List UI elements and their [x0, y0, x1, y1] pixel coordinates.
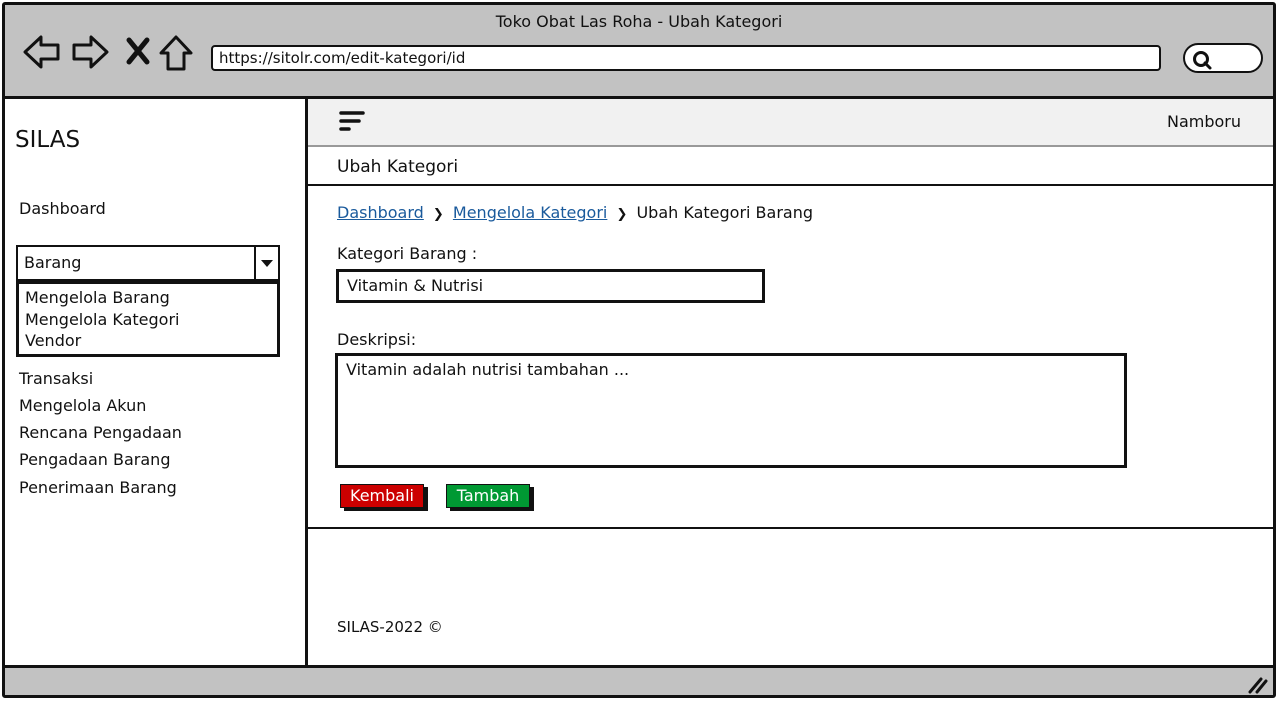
breadcrumb-current: Ubah Kategori Barang [636, 203, 814, 222]
resize-grip-icon[interactable] [1247, 676, 1269, 695]
address-bar[interactable]: https://sitolr.com/edit-kategori/id [211, 45, 1161, 71]
browser-chrome: Toko Obat Las Roha - Ubah Kategori https… [5, 5, 1273, 99]
sidebar: SILAS Dashboard Barang Mengelola Barang … [5, 99, 308, 665]
breadcrumb-link-mengelola-kategori[interactable]: Mengelola Kategori [453, 203, 607, 222]
select-dropdown-list: Mengelola Barang Mengelola Kategori Vend… [16, 281, 280, 357]
page-title: Ubah Kategori [337, 157, 459, 177]
deskripsi-textarea[interactable]: Vitamin adalah nutrisi tambahan ... [335, 353, 1127, 468]
breadcrumb-link-dashboard[interactable]: Dashboard [337, 203, 424, 222]
dropdown-option-mengelola-kategori[interactable]: Mengelola Kategori [25, 309, 277, 331]
back-button[interactable]: Kembali [340, 484, 424, 508]
brand-logo-text: SILAS [15, 127, 81, 153]
sidebar-item-penerimaan-barang[interactable]: Penerimaan Barang [19, 478, 177, 497]
breadcrumb: Dashboard ❯ Mengelola Kategori ❯ Ubah Ka… [337, 203, 813, 222]
hamburger-icon[interactable] [338, 109, 366, 139]
chevron-right-icon: ❯ [432, 207, 444, 222]
window-title: Toko Obat Las Roha - Ubah Kategori [495, 12, 783, 31]
arrow-right-icon[interactable] [71, 34, 109, 74]
browser-window: Toko Obat Las Roha - Ubah Kategori https… [2, 2, 1276, 698]
arrow-left-icon[interactable] [23, 34, 61, 74]
sidebar-item-mengelola-akun[interactable]: Mengelola Akun [19, 396, 146, 415]
divider [308, 184, 1273, 186]
browser-search-button[interactable] [1183, 43, 1263, 73]
kategori-label: Kategori Barang : [337, 244, 478, 263]
dropdown-option-mengelola-barang[interactable]: Mengelola Barang [25, 287, 277, 309]
search-icon [1193, 51, 1212, 70]
top-navbar: Namboru [308, 99, 1273, 147]
submit-button[interactable]: Tambah [446, 484, 530, 508]
kategori-input[interactable]: Vitamin & Nutrisi [336, 269, 765, 303]
sidebar-item-dashboard[interactable]: Dashboard [19, 199, 106, 218]
category-select[interactable]: Barang [16, 245, 280, 281]
chevron-down-icon[interactable] [254, 247, 278, 279]
divider [308, 527, 1273, 529]
sidebar-item-transaksi[interactable]: Transaksi [19, 369, 93, 388]
home-icon[interactable] [159, 34, 193, 76]
select-value: Barang [24, 253, 82, 272]
browser-status-bar [5, 665, 1273, 695]
sidebar-item-rencana-pengadaan[interactable]: Rencana Pengadaan [19, 423, 182, 442]
sidebar-item-pengadaan-barang[interactable]: Pengadaan Barang [19, 450, 170, 469]
close-icon[interactable] [125, 36, 151, 70]
user-menu[interactable]: Namboru [1167, 112, 1241, 131]
dropdown-option-vendor[interactable]: Vendor [25, 330, 277, 352]
deskripsi-label: Deskripsi: [337, 330, 417, 349]
footer-copyright: SILAS-2022 © [337, 618, 443, 636]
chevron-right-icon: ❯ [616, 207, 628, 222]
